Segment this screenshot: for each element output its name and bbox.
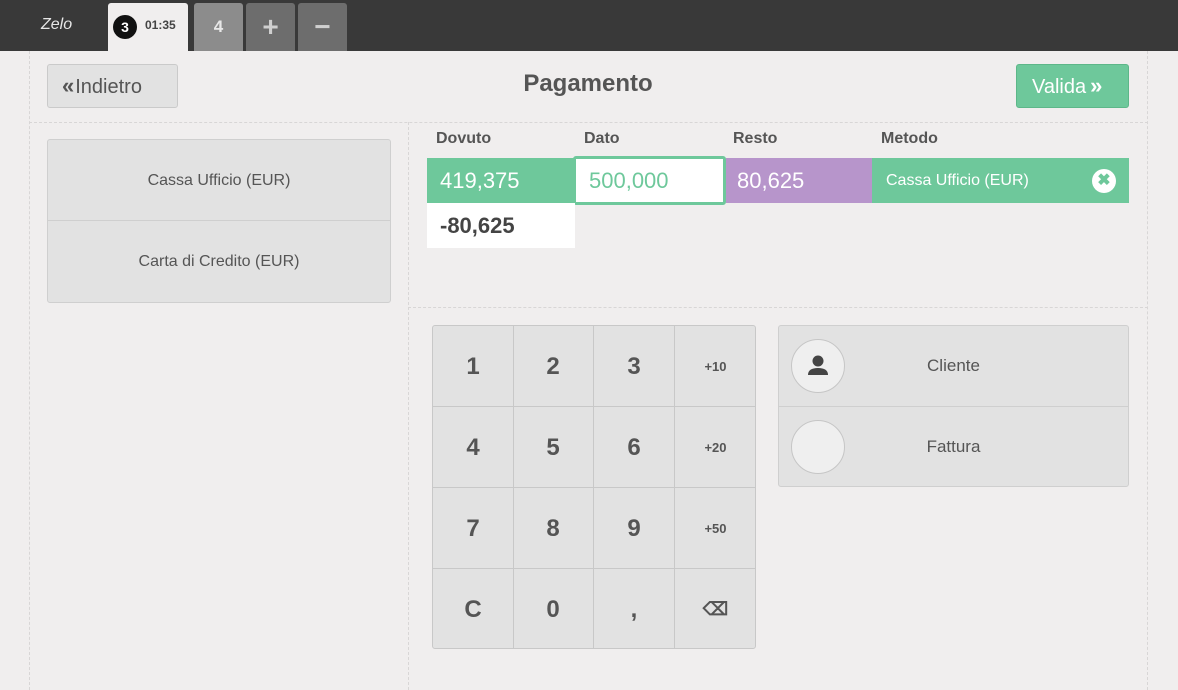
divider [29,122,1148,123]
numpad-key-5[interactable]: 5 [513,407,594,488]
payment-method-credit-card[interactable]: Carta di Credito (EUR) [48,221,390,302]
order-time: 01:35 [145,18,176,32]
numpad-key-8[interactable]: 8 [513,488,594,569]
payment-line-method: Cassa Ufficio (EUR) [872,158,1129,203]
numpad-key-comma[interactable]: , [594,569,675,648]
numpad-key-7[interactable]: 7 [433,488,514,569]
top-bar: Zelo 3 01:35 4 + − [0,0,1178,51]
numpad-key-9[interactable]: 9 [594,488,675,569]
order-number-badge: 3 [113,15,137,39]
back-label: Indietro [75,76,142,98]
numpad-key-6[interactable]: 6 [594,407,675,488]
column-header-method: Metodo [881,130,938,147]
back-button[interactable]: «Indietro [47,64,178,108]
invoice-label: Fattura [926,437,981,456]
numpad-key-2[interactable]: 2 [513,326,594,407]
amount-due: 419,375 [427,158,575,203]
order-tab[interactable]: 4 [194,3,243,51]
backspace-icon[interactable]: ⌫ [675,569,755,648]
remaining-amount: -80,625 [427,203,575,248]
column-header-change: Resto [733,130,778,147]
numpad-key-0[interactable]: 0 [513,569,594,648]
customer-button[interactable]: Cliente [779,326,1128,407]
numpad-key-1[interactable]: 1 [433,326,514,407]
numpad-key-3[interactable]: 3 [594,326,675,407]
order-tab-active[interactable]: 3 01:35 [108,3,188,51]
validate-label: Valida [1032,76,1087,98]
validate-button[interactable]: Valida» [1016,64,1129,108]
numpad-key-plus10[interactable]: +10 [675,326,755,407]
numpad-key-4[interactable]: 4 [433,407,514,488]
payment-methods-list: Cassa Ufficio (EUR) Carta di Credito (EU… [47,139,391,303]
customer-invoice-panel: Cliente Fattura [778,325,1129,487]
numpad-key-plus20[interactable]: +20 [675,407,755,488]
divider [408,122,409,690]
add-order-button[interactable]: + [246,3,295,51]
remove-order-button[interactable]: − [298,3,347,51]
column-header-given: Dato [584,130,620,147]
change-amount: 80,625 [726,158,872,203]
double-chevron-right-icon: » [1090,73,1102,98]
page-title: Pagamento [523,70,653,97]
numpad-key-clear[interactable]: C [433,569,514,648]
numpad: 1 2 3 +10 4 5 6 +20 7 8 9 +50 C 0 , ⌫ [432,325,756,649]
amount-given-input[interactable]: 500,000 [573,156,726,205]
customer-label: Cliente [927,356,980,375]
numpad-key-plus50[interactable]: +50 [675,488,755,569]
divider [408,307,1148,308]
double-chevron-left-icon: « [62,73,74,98]
invoice-button[interactable]: Fattura [779,407,1128,488]
brand-label: Zelo [41,16,73,33]
remove-payment-icon[interactable]: ✖ [1092,169,1116,193]
payment-method-cash[interactable]: Cassa Ufficio (EUR) [48,140,390,221]
column-header-due: Dovuto [436,130,492,147]
